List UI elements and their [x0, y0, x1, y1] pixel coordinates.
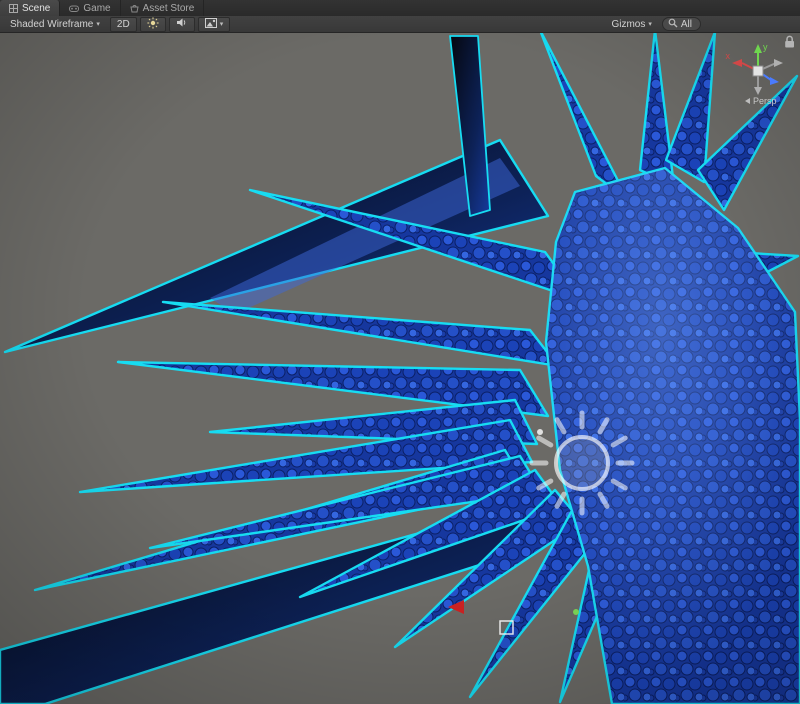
tab-game[interactable]: Game — [60, 0, 120, 16]
gizmos-label: Gizmos — [611, 19, 645, 30]
scene-toolbar: Shaded Wireframe ▾ 2D — [0, 16, 800, 33]
vignette-overlay — [0, 33, 800, 704]
chevron-down-icon: ▾ — [220, 21, 224, 28]
tab-asset-store-label: Asset Store — [143, 3, 195, 14]
scene-render — [0, 33, 800, 704]
persp-arrow-icon — [745, 98, 750, 104]
view-tab-bar: Scene Game Asset Store — [0, 0, 800, 16]
persp-label[interactable]: Persp — [753, 96, 777, 106]
2d-toggle-button[interactable]: 2D — [110, 17, 137, 32]
image-effects-icon — [205, 18, 217, 31]
asset-store-tab-icon — [130, 4, 139, 13]
lock-icon[interactable] — [783, 34, 796, 49]
scene-search-input[interactable]: All — [662, 17, 701, 31]
sun-icon — [147, 17, 159, 32]
chevron-down-icon: ▾ — [96, 21, 100, 28]
tab-scene-label: Scene — [22, 3, 50, 14]
search-filter-value: All — [681, 19, 692, 30]
audio-toggle-button[interactable] — [169, 17, 195, 32]
search-icon — [668, 18, 678, 31]
tab-asset-store[interactable]: Asset Store — [121, 0, 205, 16]
x-axis-label: x — [726, 51, 731, 61]
lighting-toggle-button[interactable] — [140, 17, 166, 32]
scene-tab-icon — [9, 4, 18, 13]
speaker-icon — [176, 17, 188, 31]
chevron-down-icon: ▾ — [648, 21, 652, 28]
draw-mode-label: Shaded Wireframe — [10, 19, 93, 30]
draw-mode-dropdown[interactable]: Shaded Wireframe ▾ — [3, 17, 107, 32]
unity-scene-window: Scene Game Asset Store Shaded Wireframe … — [0, 0, 800, 704]
effects-dropdown-button[interactable]: ▾ — [198, 17, 231, 32]
gizmo-center-cube[interactable] — [753, 66, 763, 76]
tab-game-label: Game — [83, 3, 110, 14]
scene-viewport[interactable]: x y Persp — [0, 33, 800, 704]
tab-scene[interactable]: Scene — [0, 0, 60, 16]
gizmos-dropdown[interactable]: Gizmos ▾ — [604, 17, 658, 32]
y-axis-label: y — [763, 42, 768, 52]
game-tab-icon — [69, 4, 79, 13]
2d-toggle-label: 2D — [117, 19, 130, 30]
